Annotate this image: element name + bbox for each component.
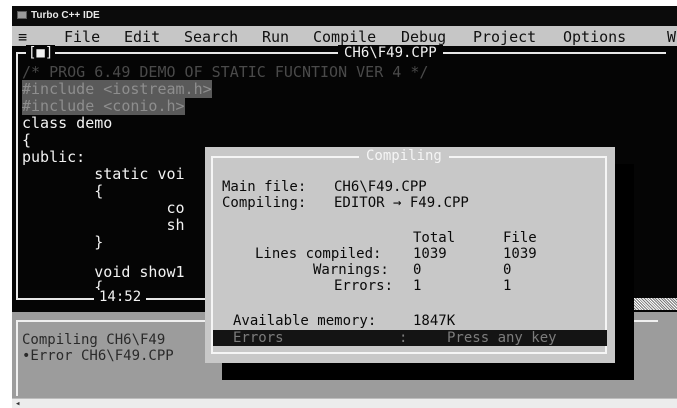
code-line-public: public:	[22, 148, 86, 166]
window-title-bar: Turbo C++ IDE	[12, 6, 677, 26]
menu-search[interactable]: Search	[184, 26, 238, 46]
available-memory-label: Available memory:	[233, 313, 377, 329]
code-line-class: class demo	[22, 114, 113, 132]
compiling-label: Compiling:	[222, 195, 307, 211]
app-icon	[17, 11, 27, 20]
code-line-cout: co	[22, 199, 185, 217]
status-separator: :	[399, 330, 408, 346]
system-menu-icon[interactable]: ≡	[18, 26, 27, 46]
menu-bar: ≡ File Edit Search Run Compile Debug Pro…	[12, 26, 677, 46]
dialog-title: Compiling	[359, 148, 449, 164]
message-compiling[interactable]: Compiling CH6\F49	[22, 332, 165, 348]
lines-compiled-file: 1039	[503, 246, 537, 262]
code-line-open-brace: {	[22, 131, 32, 149]
code-line-brace-1: {	[22, 182, 104, 200]
menu-options[interactable]: Options	[563, 26, 626, 46]
menu-window[interactable]: W	[667, 26, 676, 46]
cursor-position: 14:52	[94, 290, 147, 304]
code-line-brace-2: {	[22, 278, 104, 296]
message-error[interactable]: •Error CH6\F49.CPP	[22, 348, 174, 364]
warnings-label: Warnings:	[313, 262, 389, 278]
code-line-close-brace: }	[22, 233, 104, 251]
errors-label: Errors:	[334, 278, 394, 294]
editor-file-title: CH6\F49.CPP	[338, 45, 443, 61]
compiling-dialog[interactable]: Compiling Main file: CH6\F49.CPP Compili…	[205, 147, 615, 363]
menu-project[interactable]: Project	[473, 26, 536, 46]
lines-compiled-total: 1039	[413, 246, 447, 262]
window-title: Turbo C++ IDE	[31, 10, 100, 21]
main-file-label: Main file:	[222, 179, 307, 195]
warnings-total: 0	[413, 262, 422, 278]
available-memory-value: 1847K	[413, 313, 456, 329]
warnings-file: 0	[503, 262, 512, 278]
errors-total: 1	[413, 278, 422, 294]
errors-file: 1	[503, 278, 512, 294]
menu-run[interactable]: Run	[262, 26, 289, 46]
scroll-left-icon[interactable]: ◂	[15, 399, 20, 408]
menu-file[interactable]: File	[64, 26, 100, 46]
code-line-static-void: static voi	[22, 165, 185, 183]
editor-frame-left	[16, 52, 18, 298]
menu-debug[interactable]: Debug	[401, 26, 446, 46]
status-press-any-key: Press any key	[447, 330, 557, 346]
file-column-header: File	[503, 230, 537, 246]
compiling-value: EDITOR → F49.CPP	[334, 195, 469, 211]
turbo-cpp-ide: Turbo C++ IDE ≡ File Edit Search Run Com…	[0, 0, 677, 408]
close-box-icon[interactable]: [■]	[26, 45, 56, 61]
code-line-show: sh	[22, 216, 185, 234]
status-errors: Errors	[233, 330, 284, 346]
code-line-include-iostream: #include <iostream.h>	[22, 80, 212, 98]
lines-compiled-label: Lines compiled:	[255, 246, 382, 262]
main-file-value: CH6\F49.CPP	[334, 179, 427, 195]
code-line-comment: /* PROG 6.49 DEMO OF STATIC FUCNTION VER…	[22, 63, 429, 81]
code-line-include-conio: #include <conio.h>	[22, 97, 185, 115]
menu-compile[interactable]: Compile	[313, 26, 376, 46]
bottom-scrollbar[interactable]: ◂	[12, 398, 677, 408]
dialog-status-bar[interactable]: Errors : Press any key	[213, 330, 607, 346]
menu-edit[interactable]: Edit	[124, 26, 160, 46]
total-column-header: Total	[413, 230, 456, 246]
